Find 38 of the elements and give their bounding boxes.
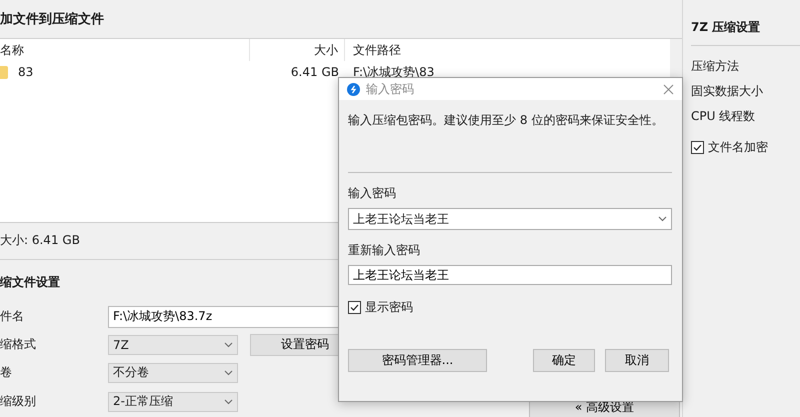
close-icon[interactable]: [663, 84, 674, 94]
file-path: F:\冰城攻势\83: [352, 64, 436, 80]
dropdown[interactable]: 不分卷: [108, 362, 238, 383]
password-field[interactable]: 上老王论坛当老王: [348, 208, 672, 230]
folder-icon: [0, 66, 8, 78]
field-label: 重新输入密码: [348, 242, 421, 259]
chevron-icon: [224, 370, 233, 376]
setting-label: 压缩方法: [691, 58, 740, 75]
dropdown[interactable]: 2-正常压缩: [108, 392, 238, 412]
field-label: 件名: [0, 308, 25, 326]
chevron-icon: [224, 342, 233, 348]
app-icon: [347, 82, 360, 96]
field-label: 卷: [0, 364, 13, 382]
setting-label: CPU 线程数: [691, 108, 756, 125]
dropdown[interactable]: 7Z: [108, 334, 238, 355]
column-header[interactable]: 大小: [250, 39, 345, 61]
field-label: 输入密码: [348, 185, 397, 202]
dialog-message: 输入压缩包密码。建议使用至少 8 位的密码来保证安全性。: [348, 112, 672, 173]
column-header[interactable]: 文件路径: [345, 39, 671, 61]
total-size: 大小: 6.41 GB: [0, 232, 80, 249]
section-heading: 缩文件设置: [0, 274, 60, 291]
setting-label: 固实数据大小: [691, 83, 764, 100]
chevron-icon: [224, 398, 233, 405]
checkbox-label: 文件名加密: [708, 139, 768, 156]
cancel-button[interactable]: 取消: [605, 349, 669, 372]
ok-button[interactable]: 确定: [533, 349, 595, 372]
file-size: 6.41 GB: [290, 65, 340, 79]
field-label: 缩级别: [0, 393, 37, 410]
file-name[interactable]: 83: [18, 65, 40, 79]
column-header[interactable]: 名称: [0, 39, 250, 61]
confirm-password-field[interactable]: 上老王论坛当老王: [348, 265, 672, 285]
checkbox[interactable]: [348, 301, 361, 314]
field-label: 缩格式: [0, 336, 37, 354]
panel-title: 7Z 压缩设置: [691, 0, 800, 46]
password-manager-button[interactable]: 密码管理器...: [348, 349, 487, 372]
checkbox[interactable]: [691, 141, 704, 154]
dialog-title: 输入密码: [366, 80, 415, 98]
chevron-icon: [658, 216, 667, 222]
